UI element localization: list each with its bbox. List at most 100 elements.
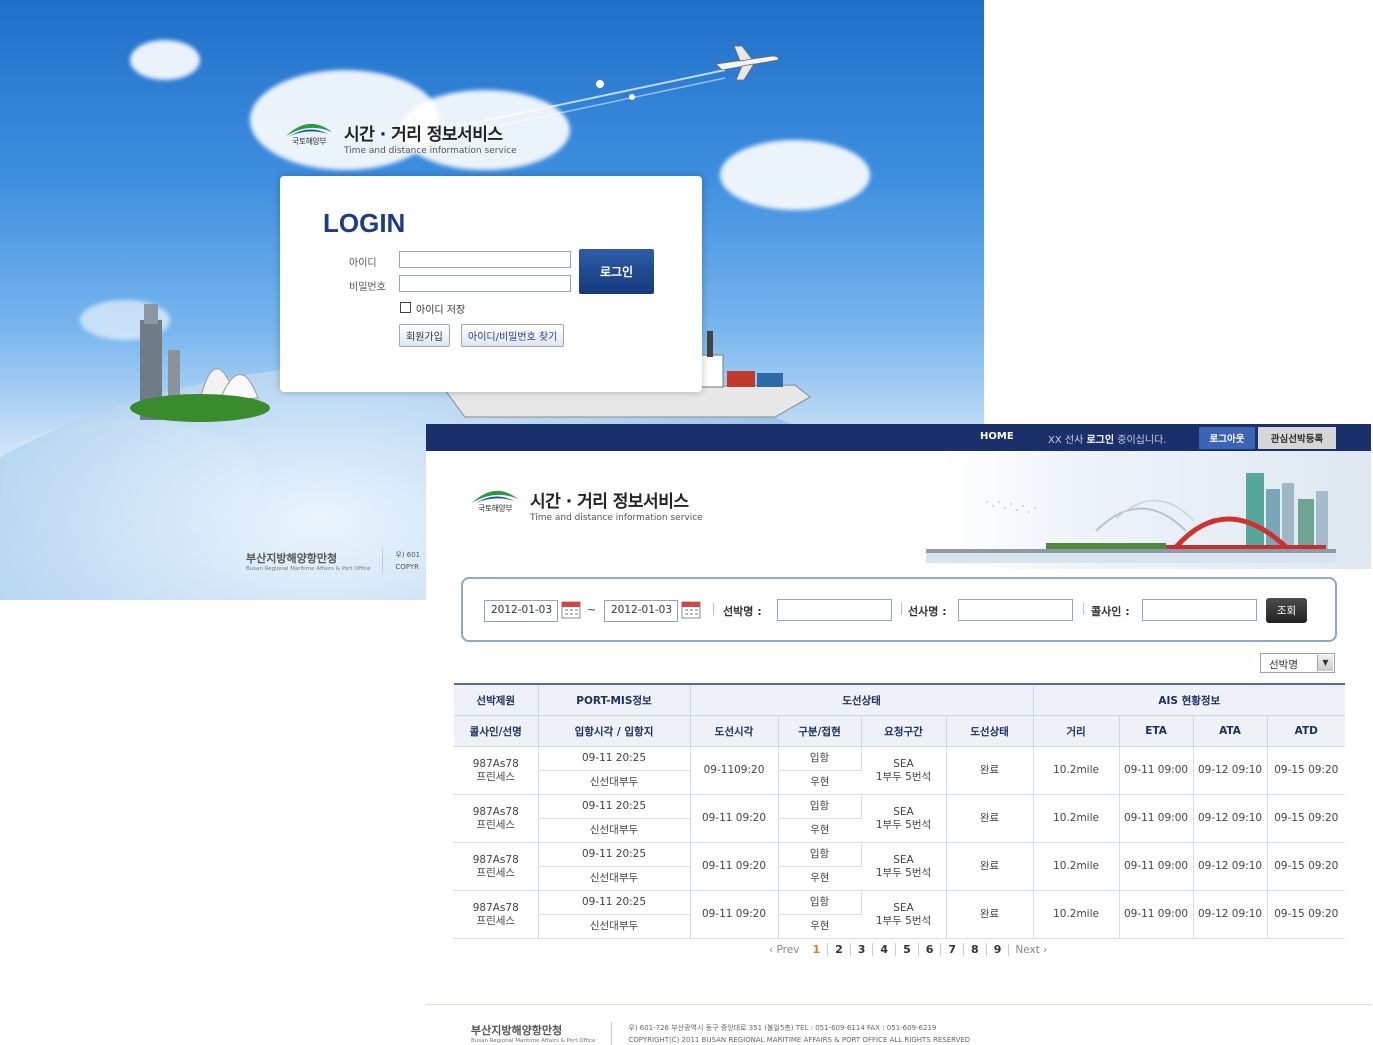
footer-logo: 부산지방해양항만청 Busan Regional Maritime Affair… <box>471 1022 595 1044</box>
main-footer: 부산지방해양항만청 Busan Regional Maritime Affair… <box>471 1022 970 1045</box>
type-cell: 입항 <box>778 842 862 867</box>
page-link[interactable]: 3 <box>849 943 873 956</box>
search-panel: 2012-01-03 ~ 2012-01-03 선박명 : 선사명 : 콜사인 … <box>461 577 1337 642</box>
ata-cell: 09-12 09:10 <box>1193 794 1268 843</box>
call-sign-cell: 987As78 프린세스 <box>454 842 539 891</box>
date-from-input[interactable]: 2012-01-03 <box>484 600 558 622</box>
page-link[interactable]: 8 <box>963 943 986 956</box>
ship-pilot-table: 선박제원 PORT-MIS정보 도선상태 AIS 현황정보 콜사인/선명 입항시… <box>454 683 1346 939</box>
section-cell: SEA 1부두 5번석 <box>861 890 947 939</box>
column-header: 요청구간 <box>861 715 947 747</box>
footer-divider <box>611 1022 613 1045</box>
call-sign-input[interactable] <box>1142 599 1257 621</box>
section-from: SEA <box>893 805 914 818</box>
service-subtitle: Time and distance information service <box>530 513 703 523</box>
id-label: 아이디 <box>349 258 377 269</box>
distance-cell: 10.2mile <box>1033 890 1120 939</box>
ship-name: 프린세스 <box>476 866 516 879</box>
ministry-name: 국토해양부 <box>477 504 513 513</box>
table-row[interactable]: 987As78 프린세스 09-11 20:25 09-11 09:20 입항 S… <box>454 794 1346 843</box>
ship-name: 프린세스 <box>476 770 516 783</box>
page-link[interactable]: 4 <box>872 943 895 956</box>
calendar-icon[interactable] <box>561 600 581 619</box>
arrival-time-cell: 09-11 20:25 <box>538 890 691 915</box>
date-to-input[interactable]: 2012-01-03 <box>604 600 678 622</box>
berthing-cell: 우현 <box>778 866 861 891</box>
brand-logo: 국토해양부 시간 · 거리 정보서비스 Time and distance in… <box>470 487 703 523</box>
main-screen: HOME XX 선사 로그인 중이십니다. 로그아웃 관심선박등록 국토해양부 … <box>426 424 1373 1045</box>
table-row[interactable]: 987As78 프린세스 09-11 20:25 09-1109:20 입항 SE… <box>454 746 1346 795</box>
column-header: 도선상태 <box>946 715 1034 747</box>
chevron-down-icon[interactable]: ▼ <box>1317 655 1333 671</box>
footer-org-name-en: Busan Regional Maritime Affairs & Port O… <box>471 1038 596 1044</box>
find-account-button[interactable]: 아이디/비밀번호 찾기 <box>461 324 565 347</box>
footer-copyright: COPYRIGHT(C) 2011 BUSAN REGIONAL MARITIM… <box>628 1036 971 1044</box>
join-button[interactable]: 회원가입 <box>399 324 450 347</box>
footer-divider <box>426 1004 1371 1005</box>
query-button[interactable]: 조회 <box>1266 598 1307 623</box>
footer-org-name: 부산지방해양항만청 <box>246 552 338 565</box>
section-to: 1부두 5번석 <box>875 770 932 783</box>
airplane-icon <box>715 45 779 81</box>
id-input[interactable] <box>399 251 571 268</box>
table-row[interactable]: 987As78 프린세스 09-11 20:25 09-11 09:20 입항 S… <box>454 890 1346 939</box>
home-link[interactable]: HOME <box>980 431 1014 442</box>
footer-address: 우) 601-726 부산광역시 동구 중앙대로 351 (불일5층) TEL … <box>628 1024 937 1032</box>
call-sign: 987As78 <box>472 805 519 818</box>
eta-cell: 09-11 09:00 <box>1119 746 1194 795</box>
pagination: ‹ Prev 1 2 3 4 5 6 7 8 9 Next › <box>763 943 1053 956</box>
ship-name-input[interactable] <box>777 599 892 621</box>
brand-logo: 국토해양부 시간 · 거리 정보서비스 Time and distance in… <box>284 120 517 156</box>
login-heading: LOGIN <box>323 208 406 238</box>
type-cell: 입항 <box>778 794 862 819</box>
pilot-time-cell: 09-11 09:20 <box>690 890 779 939</box>
berthing-cell: 우현 <box>778 818 861 843</box>
remember-id-label: 아이디 저장 <box>416 305 466 316</box>
prev-page-link[interactable]: ‹ Prev <box>763 944 805 956</box>
login-status: XX 선사 로그인 중이십니다. <box>1048 431 1166 446</box>
watch-ship-register-button[interactable]: 관심선박등록 <box>1258 427 1336 449</box>
ship-company-input[interactable] <box>958 599 1073 621</box>
page-link[interactable]: 1 <box>805 943 827 956</box>
call-sign-cell: 987As78 프린세스 <box>454 746 539 795</box>
ata-cell: 09-12 09:10 <box>1193 842 1268 891</box>
status-cell: 완료 <box>946 746 1034 795</box>
page-link[interactable]: 6 <box>917 943 941 956</box>
logout-button[interactable]: 로그아웃 <box>1199 427 1255 449</box>
type-cell: 입항 <box>778 890 862 915</box>
ministry-name: 국토해양부 <box>291 137 327 146</box>
eta-cell: 09-11 09:00 <box>1119 842 1194 891</box>
login-box: LOGIN 아이디 비밀번호 로그인 아이디 저장 회원가입 아이디/비밀번호 … <box>280 176 702 392</box>
section-cell: SEA 1부두 5번석 <box>861 746 947 795</box>
city-bridge-image <box>926 473 1336 563</box>
sort-select[interactable]: 선박명 ▼ <box>1260 653 1335 673</box>
atd-cell: 09-15 09:20 <box>1267 842 1346 891</box>
arrival-time-cell: 09-11 20:25 <box>538 794 691 819</box>
remember-id-checkbox[interactable] <box>400 302 411 313</box>
next-page-link[interactable]: Next › <box>1008 943 1053 956</box>
ship-name: 프린세스 <box>476 914 516 927</box>
top-navigation-bar: HOME XX 선사 로그인 중이십니다. 로그아웃 관심선박등록 <box>426 424 1371 451</box>
column-header-row: 콜사인/선명 입항시각 / 입항지 도선시각 구분/접현 요청구간 도선상태 거… <box>454 715 1346 747</box>
password-input[interactable] <box>399 275 571 292</box>
page-link[interactable]: 9 <box>985 943 1009 956</box>
call-sign-label: 콜사인 : <box>1091 605 1130 618</box>
cloud <box>130 40 200 80</box>
calendar-icon[interactable] <box>681 600 701 619</box>
atd-cell: 09-15 09:20 <box>1267 794 1346 843</box>
page-link[interactable]: 2 <box>827 943 850 956</box>
distance-cell: 10.2mile <box>1033 746 1120 795</box>
table-row[interactable]: 987As78 프린세스 09-11 20:25 09-11 09:20 입항 S… <box>454 842 1346 891</box>
distance-cell: 10.2mile <box>1033 842 1120 891</box>
column-header: 도선시각 <box>690 715 779 747</box>
page-link[interactable]: 7 <box>940 943 963 956</box>
column-header: ETA <box>1119 715 1194 747</box>
arrival-port-cell: 신선대부두 <box>538 770 691 795</box>
page-link[interactable]: 5 <box>895 943 918 956</box>
ata-cell: 09-12 09:10 <box>1193 746 1268 795</box>
group-header: AIS 현황정보 <box>1033 683 1346 716</box>
call-sign: 987As78 <box>472 757 519 770</box>
footer-copyright: COPYR <box>395 563 419 571</box>
eta-cell: 09-11 09:00 <box>1119 794 1194 843</box>
login-button[interactable]: 로그인 <box>579 249 654 294</box>
